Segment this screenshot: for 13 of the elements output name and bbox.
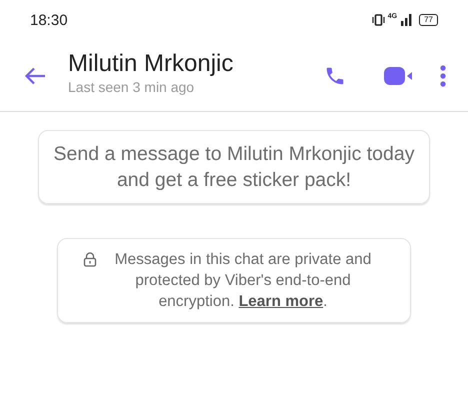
learn-more-link[interactable]: Learn more xyxy=(238,293,324,310)
more-icon xyxy=(440,64,446,86)
lock-icon xyxy=(82,252,96,267)
promo-message: Send a message to Milutin Mrkonjic today and get a free sticker pack! xyxy=(54,143,414,191)
signal-icon xyxy=(400,14,412,26)
battery-level: 77 xyxy=(419,14,438,26)
contact-name: Milutin Mrkonjic xyxy=(68,50,234,78)
back-arrow-icon xyxy=(24,66,46,84)
encryption-notice: Messages in this chat are private and protected by Viber's end-to-end encryption. Learn more. xyxy=(114,250,372,312)
last-seen: Last seen 3 min ago xyxy=(68,78,196,96)
video-camera-icon xyxy=(384,66,414,86)
vibrate-icon xyxy=(372,14,385,26)
status-time: 18:30 xyxy=(30,12,68,28)
